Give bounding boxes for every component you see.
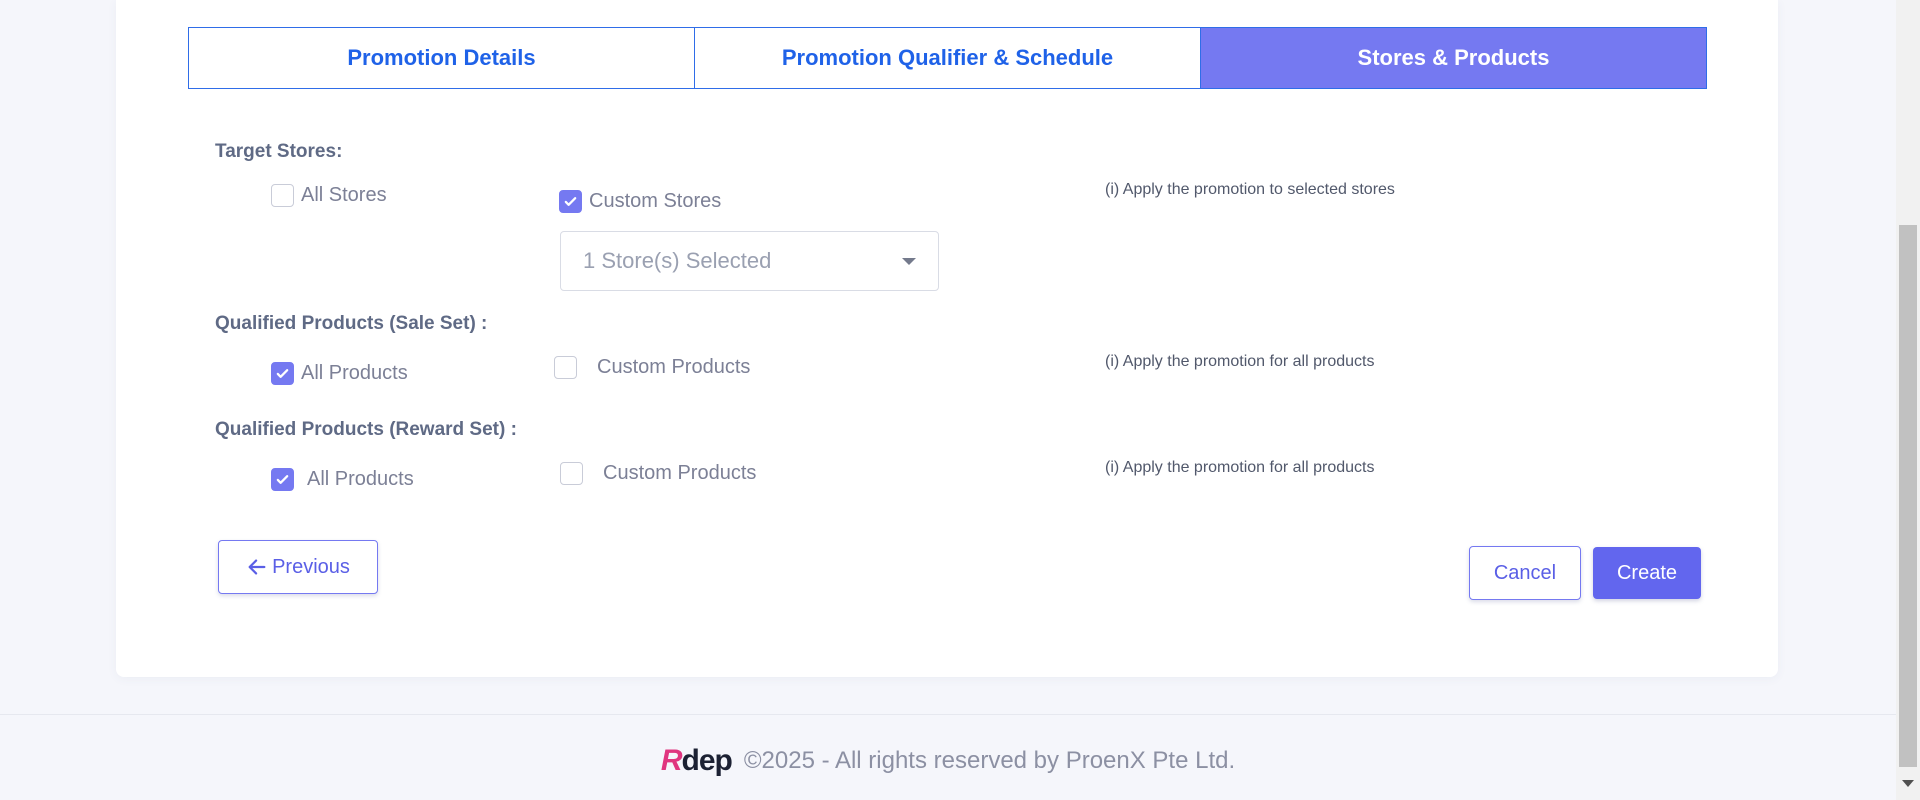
check-icon xyxy=(276,475,289,484)
store-select-dropdown[interactable]: 1 Store(s) Selected xyxy=(560,231,939,291)
tab-promotion-qualifier-schedule[interactable]: Promotion Qualifier & Schedule xyxy=(695,28,1201,88)
store-select-value: 1 Store(s) Selected xyxy=(583,248,772,273)
reward-set-label: Qualified Products (Reward Set) : xyxy=(215,419,517,440)
all-stores-option[interactable]: All Stores xyxy=(271,184,387,207)
sale-custom-products-checkbox[interactable] xyxy=(554,356,577,379)
scroll-down-arrow-icon[interactable] xyxy=(1902,780,1914,787)
cancel-button-label: Cancel xyxy=(1493,561,1557,584)
reward-set-hint: (i) Apply the promotion for all products xyxy=(1105,459,1375,476)
sale-all-products-checkbox[interactable] xyxy=(271,362,294,385)
rdep-logo: Rdep xyxy=(660,744,733,778)
sale-custom-products-label: Custom Products xyxy=(597,356,751,378)
copyright-text: ©2025 - All rights reserved by ProenX Pt… xyxy=(743,747,1236,774)
check-icon xyxy=(564,197,577,206)
reward-custom-products-option[interactable]: Custom Products xyxy=(560,462,756,485)
custom-stores-label: Custom Stores xyxy=(589,190,722,212)
all-stores-checkbox[interactable] xyxy=(271,184,294,207)
previous-button-label: Previous xyxy=(272,555,350,578)
logo-text: dep xyxy=(681,744,733,777)
create-button-label: Create xyxy=(1616,561,1678,584)
reward-all-products-label: All Products xyxy=(307,468,414,490)
arrow-left-icon xyxy=(248,559,266,575)
target-stores-hint: (i) Apply the promotion to selected stor… xyxy=(1105,181,1395,198)
reward-all-products-checkbox[interactable] xyxy=(271,468,294,491)
sale-custom-products-option[interactable]: Custom Products xyxy=(554,356,750,379)
sale-all-products-label: All Products xyxy=(301,362,408,384)
custom-stores-option[interactable]: Custom Stores xyxy=(559,190,721,213)
reward-all-products-option[interactable]: All Products xyxy=(271,468,414,491)
all-stores-label: All Stores xyxy=(301,184,387,206)
tab-stores-products[interactable]: Stores & Products xyxy=(1201,28,1706,88)
custom-stores-checkbox[interactable] xyxy=(559,190,582,213)
sale-set-label: Qualified Products (Sale Set) : xyxy=(215,313,488,334)
cancel-button[interactable]: Cancel xyxy=(1469,546,1581,600)
tab-promotion-details[interactable]: Promotion Details xyxy=(189,28,695,88)
previous-button[interactable]: Previous xyxy=(218,540,378,594)
reward-custom-products-checkbox[interactable] xyxy=(560,462,583,485)
wizard-tabs: Promotion Details Promotion Qualifier & … xyxy=(188,27,1707,89)
scrollbar-thumb[interactable] xyxy=(1899,225,1917,767)
footer: Rdep ©2025 - All rights reserved by Proe… xyxy=(0,744,1896,778)
target-stores-label: Target Stores: xyxy=(215,141,343,162)
sale-set-hint: (i) Apply the promotion for all products xyxy=(1105,353,1375,370)
create-button[interactable]: Create xyxy=(1593,547,1701,599)
footer-divider xyxy=(0,714,1896,715)
sale-all-products-option[interactable]: All Products xyxy=(271,362,408,385)
check-icon xyxy=(276,369,289,378)
caret-down-icon xyxy=(902,257,916,265)
logo-mark: R xyxy=(660,744,683,777)
reward-custom-products-label: Custom Products xyxy=(603,462,757,484)
